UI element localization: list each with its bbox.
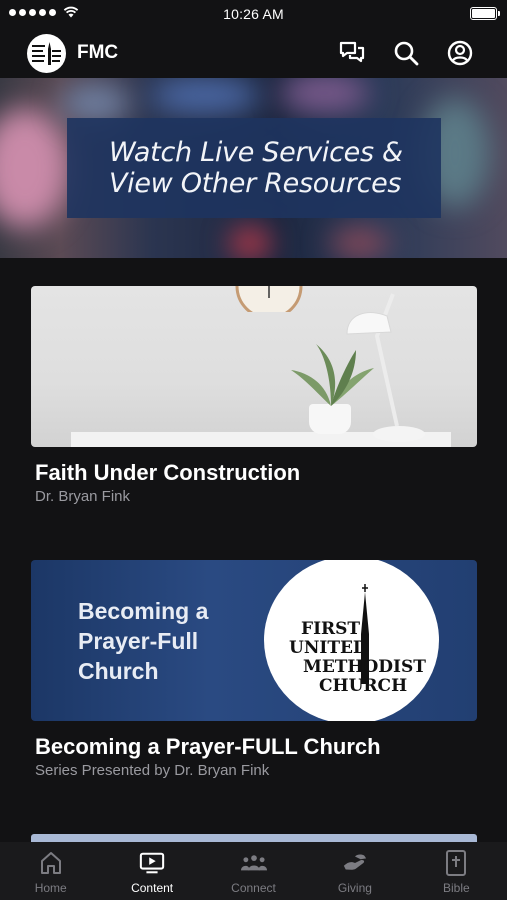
card-title: Faith Under Construction — [35, 460, 301, 485]
status-time: 10:26 AM — [223, 6, 284, 22]
bible-icon — [443, 850, 469, 876]
church-logo-text: FIRST UNITED METHODIST CHURCH — [289, 619, 426, 696]
card-image: Becoming a Prayer-Full Church FIRST UNIT… — [31, 560, 477, 721]
bottom-tab-bar: Home Content Connect Giving Bible — [0, 842, 507, 900]
status-bar: 10:26 AM — [0, 0, 507, 28]
card-subtitle: Series Presented by Dr. Bryan Fink — [35, 762, 270, 779]
content-card-faith-under-construction[interactable]: Faith Under Construction Dr. Bryan Fink — [31, 286, 477, 507]
profile-icon[interactable] — [447, 40, 473, 66]
people-icon — [240, 850, 267, 876]
tab-label: Connect — [231, 881, 276, 895]
banner-line-2: View Other Resources — [109, 168, 402, 199]
bokeh-light — [150, 78, 260, 113]
app-header: FMC — [0, 28, 507, 78]
bokeh-light — [230, 228, 270, 258]
clock-illustration — [235, 286, 303, 312]
church-logo[interactable] — [27, 34, 66, 73]
tab-giving[interactable]: Giving — [304, 842, 405, 900]
home-icon — [38, 850, 64, 876]
tab-content[interactable]: Content — [101, 842, 202, 900]
bokeh-light — [330, 228, 390, 258]
tab-label: Content — [131, 881, 174, 895]
bokeh-light — [60, 83, 130, 123]
bokeh-light — [0, 108, 70, 228]
card-image-text: Becoming a Prayer-Full Church — [78, 598, 209, 684]
wifi-icon — [63, 6, 79, 18]
bokeh-light — [280, 78, 370, 113]
church-logo-icon — [32, 41, 61, 65]
tab-label: Home — [34, 881, 67, 895]
tab-label: Bible — [442, 881, 470, 895]
card-title: Becoming a Prayer-FULL Church — [35, 734, 381, 759]
battery-icon — [470, 7, 500, 20]
content-card-becoming-prayer-full[interactable]: Becoming a Prayer-Full Church FIRST UNIT… — [31, 560, 477, 781]
search-icon[interactable] — [393, 40, 419, 66]
lamp-illustration — [346, 293, 425, 442]
banner-text-box: Watch Live Services & View Other Resourc… — [67, 118, 441, 218]
banner-line-1: Watch Live Services & — [109, 137, 403, 168]
giving-hands-icon — [342, 850, 368, 876]
tab-bible[interactable]: Bible — [406, 842, 507, 900]
card-image — [31, 286, 477, 447]
app-title: FMC — [77, 42, 119, 63]
signal-strength-icon — [9, 6, 79, 18]
card-subtitle: Dr. Bryan Fink — [35, 488, 131, 505]
tab-label: Giving — [337, 881, 372, 895]
tab-home[interactable]: Home — [0, 842, 101, 900]
tab-connect[interactable]: Connect — [203, 842, 304, 900]
messages-icon[interactable] — [339, 40, 365, 66]
live-services-banner[interactable]: Watch Live Services & View Other Resourc… — [0, 78, 507, 258]
tv-icon — [139, 850, 165, 876]
